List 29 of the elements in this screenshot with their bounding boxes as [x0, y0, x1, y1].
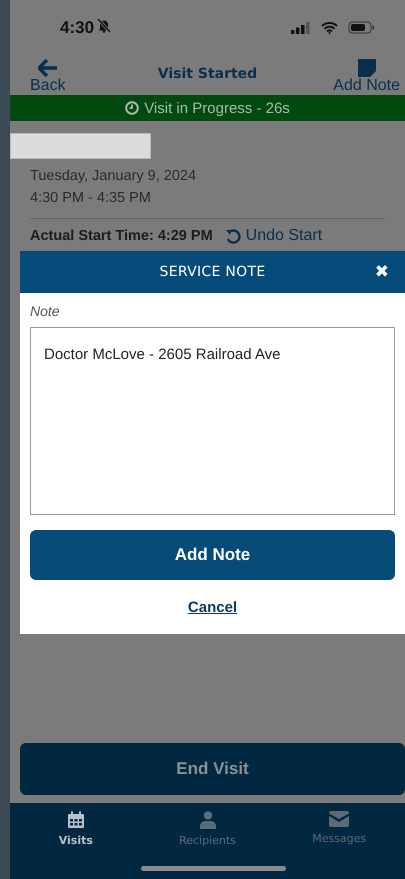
envelope-icon: [329, 811, 350, 827]
visit-date: Tuesday, January 9, 2024: [30, 167, 198, 186]
end-visit-button[interactable]: End Visit: [20, 743, 405, 795]
signal-icon: [291, 22, 311, 34]
add-note-button[interactable]: Add Note: [30, 530, 395, 580]
calendar-icon: [66, 811, 85, 829]
modal-title: SERVICE NOTE: [160, 264, 266, 280]
cancel-link[interactable]: Cancel: [188, 599, 238, 616]
tab-button[interactable]: Visits: [10, 811, 142, 847]
close-button[interactable]: ✖: [374, 262, 389, 282]
note-label: Note: [30, 303, 60, 319]
visit-time-range: 4:30 PM - 4:35 PM: [30, 189, 152, 208]
person-icon: [200, 811, 216, 829]
clock-icon: [125, 101, 140, 115]
visit-progress-banner: Visit in Progress - 26s: [10, 95, 405, 121]
undo-start-button[interactable]: Undo Start: [224, 227, 322, 245]
battery-icon: [348, 21, 375, 34]
undo-icon: [224, 228, 241, 244]
back-arrow-icon: [38, 59, 58, 77]
note-field[interactable]: Doctor McLove - 2605 Railroad Ave: [30, 327, 395, 515]
add-note-header-button[interactable]: Add Note: [333, 59, 400, 95]
screen-title: Visit Started: [158, 66, 258, 82]
back-button[interactable]: Back: [30, 59, 66, 95]
tab-button[interactable]: Messages: [273, 811, 405, 847]
actual-start-time: Actual Start Time: 4:29 PM: [30, 228, 213, 244]
note-icon: [358, 59, 376, 77]
tab-button[interactable]: Recipients: [142, 811, 274, 847]
wifi-icon: [321, 22, 338, 34]
status-time: 4:30: [60, 18, 94, 38]
